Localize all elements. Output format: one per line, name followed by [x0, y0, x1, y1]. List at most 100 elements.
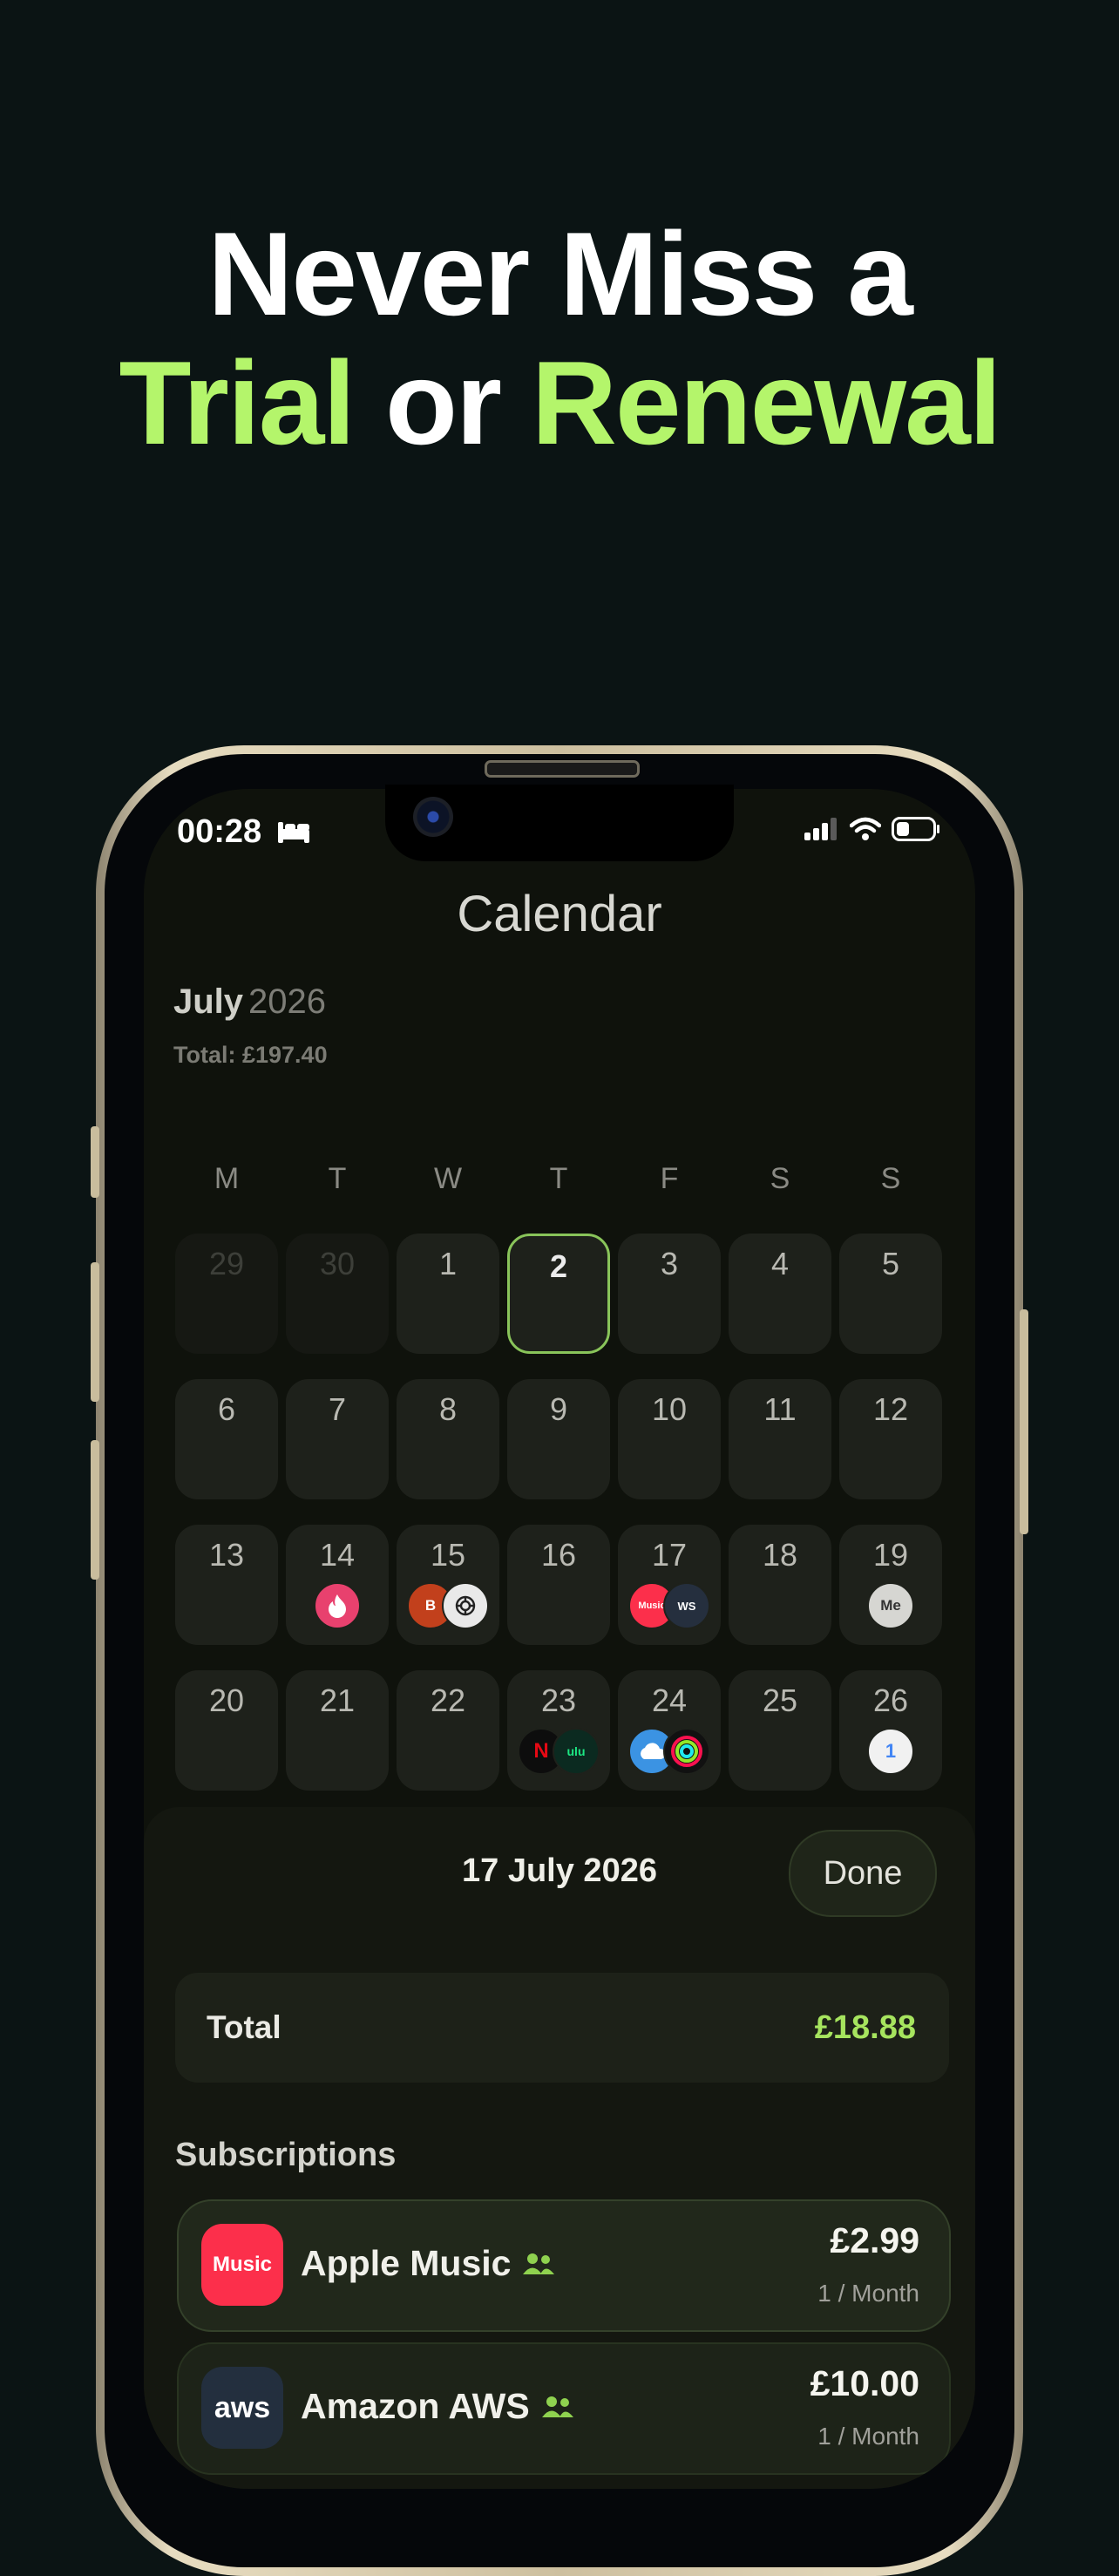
day-number: 20: [208, 1682, 245, 1718]
day-number: 7: [328, 1391, 347, 1427]
calendar-day-today[interactable]: 2: [507, 1234, 610, 1354]
calendar-day[interactable]: 29: [175, 1234, 278, 1354]
status-time: 00:28: [177, 813, 262, 850]
year-label: 2026: [248, 982, 327, 1021]
calendar-day[interactable]: 25: [729, 1670, 831, 1791]
day-number: 6: [217, 1391, 236, 1427]
calendar-day[interactable]: 7: [286, 1379, 389, 1499]
day-number: 13: [208, 1537, 245, 1573]
volume-down-button: [91, 1440, 99, 1580]
status-icons: [804, 817, 940, 841]
calendar-day[interactable]: 14: [286, 1525, 389, 1645]
weekday-label: W: [433, 1162, 463, 1195]
total-card: Total £18.88: [175, 1973, 949, 2083]
day-number: 29: [208, 1246, 245, 1281]
day-number: 17: [651, 1537, 688, 1573]
day-number: 30: [319, 1246, 356, 1281]
calendar-day[interactable]: 4: [729, 1234, 831, 1354]
calendar-day[interactable]: 21: [286, 1670, 389, 1791]
battery-icon: [892, 817, 939, 841]
subscriptions-heading: Subscriptions: [175, 2137, 397, 2173]
subscription-name-text: Apple Music: [301, 2243, 512, 2283]
day-number: 26: [872, 1682, 909, 1718]
headline-word-trial: Trial: [119, 336, 356, 469]
done-button[interactable]: Done: [789, 1830, 937, 1917]
apple-music-logo-text: Music: [212, 2253, 272, 2276]
day-detail-sheet: 17 July 2026 Done Total £18.88 Subscript…: [144, 1807, 975, 2489]
fitness-icon: [663, 1728, 710, 1775]
month-header[interactable]: July 2026: [173, 982, 326, 1022]
subscription-name-text: Amazon AWS: [301, 2386, 530, 2426]
day-number: 22: [430, 1682, 466, 1718]
weekday-label: T: [328, 1162, 347, 1195]
day-number: 3: [660, 1246, 679, 1281]
calendar-day[interactable]: 15 B: [397, 1525, 499, 1645]
phone-screen: 00:28 Calendar July 2026 Total: £197.40 M: [144, 789, 975, 2489]
mute-switch: [91, 1126, 99, 1198]
calendar-day[interactable]: 23 Nulu: [507, 1670, 610, 1791]
calendar-day[interactable]: 11: [729, 1379, 831, 1499]
subscription-row-amazon-aws[interactable]: aws Amazon AWS £10.00 1 / Month: [177, 2342, 951, 2475]
hulu-icon: ulu: [553, 1728, 600, 1775]
volume-up-button: [91, 1262, 99, 1402]
headline-word-renewal: Renewal: [531, 336, 1002, 469]
calendar-day[interactable]: 9: [507, 1379, 610, 1499]
subscription-period: 1 / Month: [817, 2280, 919, 2307]
aws-logo-text: aws: [214, 2390, 271, 2424]
calendar-day[interactable]: 30: [286, 1234, 389, 1354]
aws-logo-icon: aws: [201, 2367, 283, 2449]
page-title: Calendar: [457, 886, 662, 942]
day-number: 24: [651, 1682, 688, 1718]
calendar-day[interactable]: 18: [729, 1525, 831, 1645]
day-subscription-icons: B: [397, 1582, 499, 1629]
calendar-day[interactable]: 13: [175, 1525, 278, 1645]
calendar-day[interactable]: 26 1: [839, 1670, 942, 1791]
subscription-period: 1 / Month: [817, 2423, 919, 2450]
calendar-day[interactable]: 6: [175, 1379, 278, 1499]
calendar-day[interactable]: 8: [397, 1379, 499, 1499]
total-label: Total: [207, 2009, 281, 2045]
calendar-day[interactable]: 5: [839, 1234, 942, 1354]
calendar-day[interactable]: 16: [507, 1525, 610, 1645]
day-number: 23: [540, 1682, 577, 1718]
weekday-label: S: [770, 1162, 790, 1195]
subscription-row-apple-music[interactable]: Music Apple Music £2.99 1 / Month: [177, 2199, 951, 2332]
me-icon: Me: [867, 1582, 914, 1629]
total-value: £18.88: [814, 2009, 916, 2046]
day-subscription-icons: Nulu: [507, 1728, 610, 1775]
day-number: 18: [762, 1537, 798, 1573]
aws-icon: WS: [663, 1582, 710, 1629]
openai-icon: [442, 1582, 489, 1629]
weekday-label: F: [660, 1162, 679, 1195]
headline-word-or: or: [384, 336, 502, 469]
front-camera: [413, 797, 453, 837]
calendar-day[interactable]: 20: [175, 1670, 278, 1791]
day-number: 25: [762, 1682, 798, 1718]
signal-icon: [804, 818, 837, 840]
headline-line-1: Never Miss a: [207, 207, 913, 340]
headline-line-2: Trial or Renewal: [0, 338, 1119, 467]
day-number: 16: [540, 1537, 577, 1573]
day-subscription-icons: [286, 1582, 389, 1629]
calendar-day[interactable]: 12: [839, 1379, 942, 1499]
subscription-name: Amazon AWS: [301, 2386, 573, 2427]
calendar-day[interactable]: 3: [618, 1234, 721, 1354]
day-number: 5: [881, 1246, 900, 1281]
calendar-day[interactable]: 10: [618, 1379, 721, 1499]
calendar-day[interactable]: 22: [397, 1670, 499, 1791]
calendar-day[interactable]: 1: [397, 1234, 499, 1354]
day-subscription-icons: [618, 1728, 721, 1775]
wifi-icon: [850, 817, 881, 840]
weekday-label: T: [549, 1162, 568, 1195]
calendar-day[interactable]: 17 Music WS: [618, 1525, 721, 1645]
calendar-day[interactable]: 19 Me: [839, 1525, 942, 1645]
shared-users-icon: [541, 2396, 573, 2417]
day-number: 21: [319, 1682, 356, 1718]
day-subscription-icons: Music WS: [618, 1582, 721, 1629]
earpiece-speaker: [485, 760, 640, 778]
day-number: 1: [438, 1246, 458, 1281]
day-number: 15: [430, 1537, 466, 1573]
day-number: 10: [651, 1391, 688, 1427]
calendar-day[interactable]: 24: [618, 1670, 721, 1791]
day-number: 4: [770, 1246, 790, 1281]
